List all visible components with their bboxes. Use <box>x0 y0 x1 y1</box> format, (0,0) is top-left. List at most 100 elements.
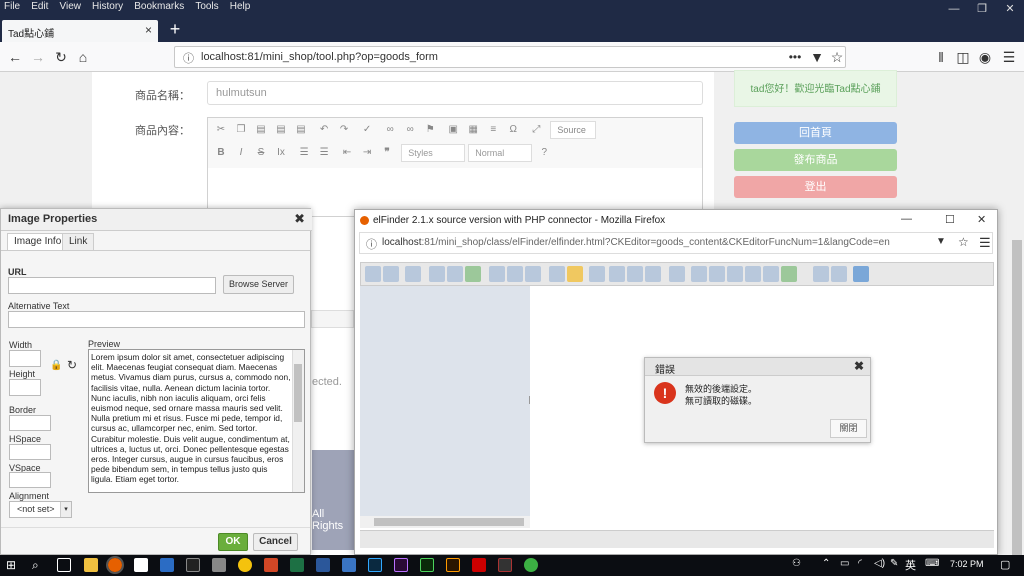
paste-word-icon[interactable]: ▤ <box>292 121 310 139</box>
elf-edit-icon[interactable] <box>709 266 725 282</box>
horizontal-line-icon[interactable]: ≡ <box>484 121 502 139</box>
firefox-taskbar-icon[interactable] <box>106 556 124 574</box>
preview-scrollbar-thumb[interactable] <box>294 364 302 422</box>
keyboard-icon[interactable]: ⌨ <box>925 558 939 569</box>
url-input[interactable] <box>8 277 216 294</box>
menu-history[interactable]: History <box>88 0 127 14</box>
paste-icon[interactable]: ▤ <box>252 121 270 139</box>
new-tab-icon[interactable]: + <box>164 18 186 40</box>
help-icon[interactable]: ? <box>535 144 553 162</box>
reset-size-icon[interactable]: ↻ <box>67 358 77 372</box>
menu-file[interactable]: File <box>0 0 24 14</box>
error-close-button[interactable]: 關閉 <box>830 419 867 438</box>
link-icon[interactable]: ∞ <box>381 121 399 139</box>
elfinder-info-icon[interactable]: ⓘ <box>366 236 377 252</box>
elfinder-navbar[interactable] <box>360 286 530 518</box>
unlink-icon[interactable]: ∞ <box>401 121 419 139</box>
logout-button[interactable]: 登出 <box>734 176 897 198</box>
browse-server-button[interactable]: Browse Server <box>223 275 294 294</box>
home-icon[interactable]: ⌂ <box>72 47 94 67</box>
remove-format-icon[interactable]: Ix <box>272 144 290 162</box>
elf-archive-icon[interactable] <box>745 266 761 282</box>
format-dropdown[interactable]: Normal <box>468 144 533 162</box>
spellcheck-icon[interactable]: ✓ <box>358 121 376 139</box>
word-icon[interactable] <box>316 558 330 572</box>
elfinder-menu-icon[interactable]: ☰ <box>979 235 991 251</box>
menu-edit[interactable]: Edit <box>27 0 52 14</box>
maximize-icon[interactable]: ⤢ <box>527 121 545 139</box>
store-icon[interactable] <box>134 558 148 572</box>
clock[interactable]: 7:02 PM <box>950 559 984 569</box>
special-char-icon[interactable]: Ω <box>504 121 522 139</box>
pen-icon[interactable]: ✎ <box>890 558 898 569</box>
vspace-input[interactable] <box>9 472 51 488</box>
app-icon-2[interactable] <box>342 558 356 572</box>
powerpoint-icon[interactable] <box>264 558 278 572</box>
pocket-icon[interactable]: ▼ <box>806 47 828 67</box>
elf-reload-icon[interactable] <box>405 266 421 282</box>
volume-icon[interactable]: ◁) <box>874 558 885 569</box>
excel-icon[interactable] <box>290 558 304 572</box>
height-input[interactable] <box>9 379 41 396</box>
calculator-icon[interactable] <box>212 558 226 572</box>
elf-rename-icon[interactable] <box>691 266 707 282</box>
hspace-input[interactable] <box>9 444 51 460</box>
elf-download-icon[interactable] <box>507 266 523 282</box>
elf-mkdir-icon[interactable] <box>447 266 463 282</box>
menu-view[interactable]: View <box>55 0 85 14</box>
alt-text-input[interactable] <box>8 311 305 328</box>
cancel-button[interactable]: Cancel <box>253 533 298 551</box>
premiere-icon[interactable] <box>394 558 408 572</box>
app-icon-5[interactable] <box>524 558 538 572</box>
ime-indicator[interactable]: 英 <box>905 557 916 573</box>
back-icon[interactable]: ← <box>4 47 26 67</box>
elfinder-nav-hscroll-thumb[interactable] <box>374 518 524 526</box>
paste-text-icon[interactable]: ▤ <box>272 121 290 139</box>
table-icon[interactable]: ▦ <box>464 121 482 139</box>
notifications-icon[interactable]: ▢ <box>1000 558 1010 571</box>
source-button[interactable]: Source <box>550 121 597 139</box>
numbered-list-icon[interactable]: ☰ <box>295 144 313 162</box>
elf-cut-icon[interactable] <box>627 266 643 282</box>
elfinder-pocket-icon[interactable]: ▼ <box>936 236 946 247</box>
home-button[interactable]: 回首頁 <box>734 122 897 144</box>
menu-tools[interactable]: Tools <box>191 0 222 14</box>
copy-icon[interactable]: ❐ <box>232 121 250 139</box>
elf-duplicate-icon[interactable] <box>669 266 685 282</box>
elf-resize-icon[interactable] <box>727 266 743 282</box>
elf-forward-icon[interactable] <box>383 266 399 282</box>
elf-copy-icon[interactable] <box>609 266 625 282</box>
tray-chevron-icon[interactable]: ⌃ <box>822 558 830 569</box>
tab-link[interactable]: Link <box>62 233 95 251</box>
styles-dropdown[interactable]: Styles <box>401 144 466 162</box>
bookmark-star-icon[interactable]: ☆ <box>826 47 848 67</box>
hamburger-menu-icon[interactable]: ☰ <box>998 47 1020 67</box>
app-icon-3[interactable] <box>472 558 486 572</box>
width-input[interactable] <box>9 350 41 367</box>
photoshop-icon[interactable] <box>368 558 382 572</box>
task-view-icon[interactable] <box>57 558 71 572</box>
indent-icon[interactable]: ⇥ <box>358 144 376 162</box>
menu-help[interactable]: Help <box>226 0 255 14</box>
elf-help-icon[interactable] <box>853 266 869 282</box>
cut-icon[interactable]: ✂ <box>212 121 230 139</box>
chrome-icon[interactable] <box>238 558 252 572</box>
menu-bookmarks[interactable]: Bookmarks <box>130 0 188 14</box>
illustrator-icon[interactable] <box>446 558 460 572</box>
address-bar[interactable]: ⓘ localhost:81/mini_shop/tool.php?op=goo… <box>174 46 846 68</box>
people-icon[interactable]: ⚇ <box>792 558 801 569</box>
elf-open-icon[interactable] <box>489 266 505 282</box>
name-input[interactable]: hulmutsun <box>207 81 703 105</box>
elf-home-icon[interactable] <box>429 266 445 282</box>
elf-quicklook-icon[interactable] <box>567 266 583 282</box>
elf-view-list-icon[interactable] <box>813 266 829 282</box>
network-icon[interactable]: ▭ <box>840 558 849 569</box>
forward-icon[interactable]: → <box>27 47 49 67</box>
page-scrollbar-thumb[interactable] <box>1012 240 1022 555</box>
alignment-select[interactable]: <not set> ▾ <box>9 501 72 518</box>
browser-tab[interactable]: Tad點心鋪 × <box>2 20 158 42</box>
bold-icon[interactable]: B <box>212 144 230 162</box>
dreamweaver-icon[interactable] <box>420 558 434 572</box>
start-icon[interactable]: ⊞ <box>6 558 16 572</box>
elfinder-bookmark-icon[interactable]: ☆ <box>958 235 969 249</box>
